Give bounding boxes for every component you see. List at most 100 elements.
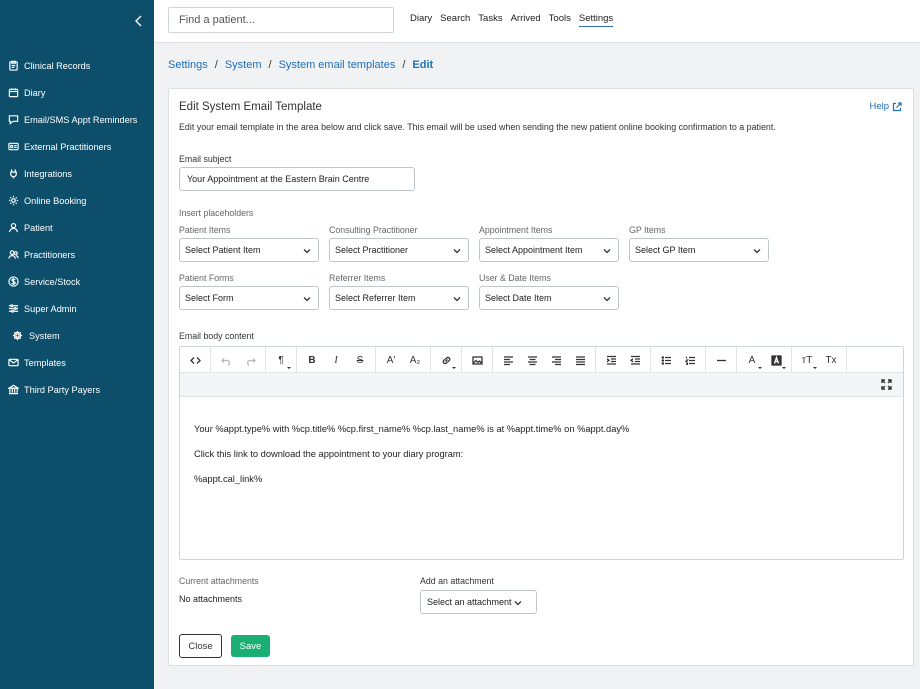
current-attachments-value: No attachments <box>179 594 243 604</box>
insert-image-button[interactable] <box>465 347 489 373</box>
sidebar-item-label: Online Booking <box>24 195 87 206</box>
fullscreen-button[interactable] <box>881 379 892 390</box>
appointment-items-select[interactable]: Select Appointment Item <box>479 238 619 262</box>
align-left-button[interactable] <box>496 347 520 373</box>
undo-button[interactable] <box>214 347 238 373</box>
horizontal-rule-button[interactable] <box>709 347 733 373</box>
sidebar-item-integrations[interactable]: Integrations <box>0 160 154 187</box>
sidebar-item-label: Diary <box>24 87 46 98</box>
sidebar-item-practitioners[interactable]: Practitioners <box>0 241 154 268</box>
sidebar-item-patient[interactable]: Patient <box>0 214 154 241</box>
paragraph-icon: ¶ <box>278 354 284 366</box>
page-title: Edit System Email Template <box>179 101 322 113</box>
bank-icon <box>8 384 19 395</box>
nav-diary[interactable]: Diary <box>410 13 432 27</box>
patient-items-select[interactable]: Select Patient Item <box>179 238 319 262</box>
image-icon <box>471 355 483 365</box>
id-card-icon <box>8 141 19 152</box>
paragraph-format-button[interactable]: ¶ <box>269 347 293 373</box>
user-date-items-select[interactable]: Select Date Item <box>479 286 619 310</box>
gp-items-select[interactable]: Select GP Item <box>629 238 769 262</box>
bullet-list-button[interactable] <box>654 347 678 373</box>
numbered-list-button[interactable] <box>678 347 702 373</box>
sidebar-item-online-booking[interactable]: Online Booking <box>0 187 154 214</box>
chevron-down-icon <box>303 247 311 255</box>
subscript-button[interactable]: A₂ <box>403 347 427 373</box>
code-view-button[interactable] <box>183 347 207 373</box>
sidebar-item-system[interactable]: System <box>0 322 154 349</box>
nav-arrived[interactable]: Arrived <box>511 13 541 27</box>
sidebar-item-external-practitioners[interactable]: External Practitioners <box>0 133 154 160</box>
insert-link-button[interactable] <box>434 347 458 373</box>
redo-icon <box>246 357 256 366</box>
clear-formatting-button[interactable]: Tx <box>819 347 843 373</box>
nav-tools[interactable]: Tools <box>549 13 571 27</box>
sidebar-item-label: Templates <box>24 357 66 368</box>
close-button[interactable]: Close <box>179 634 222 658</box>
indent-button[interactable] <box>599 347 623 373</box>
add-attachment-select[interactable]: Select an attachment <box>420 590 537 614</box>
sidebar-item-clinical-records[interactable]: Clinical Records <box>0 52 154 79</box>
email-subject-input[interactable] <box>179 167 415 191</box>
sidebar-item-templates[interactable]: Templates <box>0 349 154 376</box>
email-body-label: Email body content <box>179 331 254 341</box>
chevron-down-icon <box>453 247 461 255</box>
toolbar-group-hr <box>706 347 737 373</box>
highlight-icon <box>770 354 782 366</box>
toolbar-group-paragraph: ¶ <box>266 347 297 373</box>
font-color-button[interactable]: A <box>740 347 764 373</box>
superscript-button[interactable]: A' <box>379 347 403 373</box>
italic-button[interactable]: I <box>324 347 348 373</box>
chevron-down-icon <box>603 247 611 255</box>
save-button[interactable]: Save <box>231 635 270 657</box>
sidebar-item-email-sms-reminders[interactable]: Email/SMS Appt Reminders <box>0 106 154 133</box>
redo-button[interactable] <box>238 347 262 373</box>
help-link[interactable]: Help <box>869 101 902 112</box>
align-center-icon <box>527 355 537 365</box>
align-right-button[interactable] <box>544 347 568 373</box>
breadcrumb-settings[interactable]: Settings <box>168 59 208 71</box>
outdent-button[interactable] <box>623 347 647 373</box>
align-right-icon <box>551 355 561 365</box>
align-center-button[interactable] <box>520 347 544 373</box>
sidebar-item-service-stock[interactable]: Service/Stock <box>0 268 154 295</box>
font-size-button[interactable]: тT <box>795 347 819 373</box>
toolbar-group-text-style: B I S <box>297 347 376 373</box>
strikethrough-icon: S <box>356 354 364 366</box>
chevron-left-icon <box>135 15 142 27</box>
bold-icon: B <box>308 354 316 366</box>
font-size-icon: тT <box>801 354 813 366</box>
breadcrumb-system[interactable]: System <box>225 59 262 71</box>
external-link-icon <box>892 101 902 111</box>
select-value: Select Practitioner <box>335 245 409 255</box>
chevron-down-icon <box>603 295 611 303</box>
sidebar-item-diary[interactable]: Diary <box>0 79 154 106</box>
patient-forms-select[interactable]: Select Form <box>179 286 319 310</box>
sidebar-item-label: Super Admin <box>24 303 77 314</box>
chevron-down-icon <box>303 295 311 303</box>
user-icon <box>8 222 19 233</box>
consulting-practitioner-select[interactable]: Select Practitioner <box>329 238 469 262</box>
numbered-list-icon <box>684 356 695 365</box>
toolbar-group-history <box>211 347 266 373</box>
strikethrough-button[interactable]: S <box>348 347 372 373</box>
bold-button[interactable]: B <box>300 347 324 373</box>
highlight-color-button[interactable] <box>764 347 788 373</box>
outdent-icon <box>629 355 640 365</box>
select-value: Select Form <box>185 293 234 303</box>
breadcrumb-system-email-templates[interactable]: System email templates <box>279 59 396 71</box>
nav-settings[interactable]: Settings <box>578 13 614 27</box>
sidebar-nav: Clinical Records Diary Email/SMS Appt Re… <box>0 52 154 403</box>
sidebar-item-label: Clinical Records <box>24 60 91 71</box>
align-justify-button[interactable] <box>568 347 592 373</box>
patient-search-input[interactable] <box>168 7 394 33</box>
sidebar-item-super-admin[interactable]: Super Admin <box>0 295 154 322</box>
nav-search[interactable]: Search <box>440 13 470 27</box>
collapse-sidebar-button[interactable] <box>133 13 145 29</box>
sidebar-item-third-party-payers[interactable]: Third Party Payers <box>0 376 154 403</box>
gp-items-label: GP Items <box>629 225 666 235</box>
chevron-down-icon <box>514 599 522 607</box>
editor-content[interactable]: Your %appt.type% with %cp.title% %cp.fir… <box>194 424 629 499</box>
nav-tasks[interactable]: Tasks <box>478 13 502 27</box>
referrer-items-select[interactable]: Select Referrer Item <box>329 286 469 310</box>
